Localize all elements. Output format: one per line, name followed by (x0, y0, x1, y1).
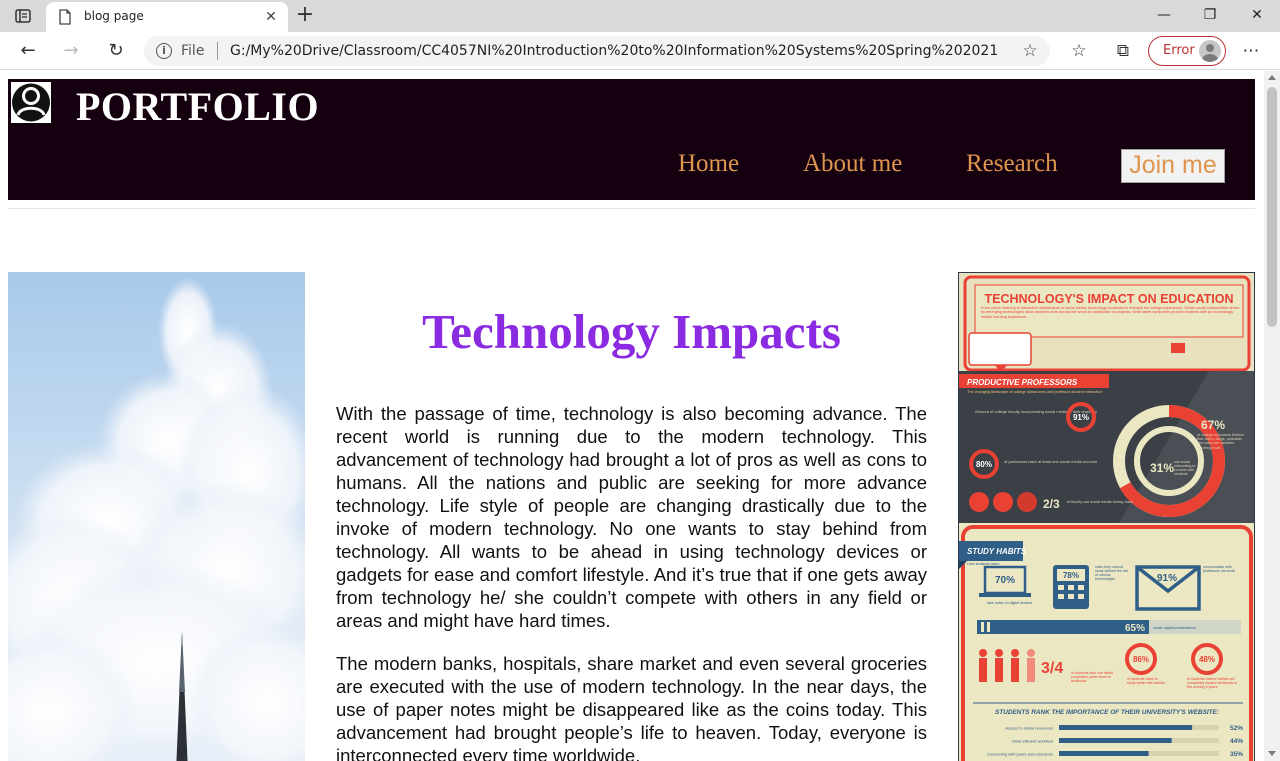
restore-icon[interactable]: ❐ (1187, 0, 1233, 30)
pct-86: 86% (1133, 655, 1149, 664)
fraction-3-4-text: of students who use tablet computers pre… (1071, 671, 1113, 683)
website-heading: STUDENTS RANK THE IMPORTANCE OF THEIR UN… (995, 709, 1219, 716)
pct-91: 91% (1073, 413, 1089, 422)
professors-subheading: The changing landscape of college classr… (967, 390, 1103, 394)
scroll-down-icon[interactable] (1268, 751, 1276, 756)
new-tab-icon[interactable]: + (294, 4, 316, 27)
pct-48: 48% (1199, 655, 1215, 664)
rank-bar-label: More efficient workflow (1012, 739, 1053, 744)
pct-65-text: create digital presentations (1153, 626, 1196, 630)
window-close-icon[interactable]: ✕ (1234, 0, 1280, 30)
page-icon (58, 9, 72, 25)
scroll-thumb[interactable] (1267, 87, 1277, 327)
site-title: PORTFOLIO (76, 84, 320, 129)
address-url[interactable]: G:/My%20Drive/Classroom/CC4057NI%20Intro… (230, 43, 1010, 59)
infographic-intro: From online learning to interactive whit… (981, 306, 1240, 319)
favorites-icon[interactable]: ☆ (1068, 40, 1090, 62)
rank-bar (1059, 725, 1193, 730)
more-menu-icon[interactable]: ⋯ (1240, 40, 1262, 62)
tab-close-icon[interactable]: ✕ (264, 9, 278, 23)
pct-78: 78% (1063, 571, 1079, 580)
info-icon[interactable]: i (156, 43, 172, 59)
pct-31-text: use social networking to connect with st… (1174, 460, 1196, 476)
study-habits-heading: STUDY HABITS (967, 547, 1027, 556)
rank-bar-label: Connecting with peers and educators (987, 752, 1053, 757)
site-header: PORTFOLIO Home About me Research Join me (8, 79, 1255, 200)
infographic-title: TECHNOLOGY'S IMPACT ON EDUCATION (984, 292, 1233, 306)
article-paragraph: The modern banks, hospitals, share marke… (336, 653, 927, 761)
avatar (1199, 40, 1221, 62)
address-bar[interactable]: i File G:/My%20Drive/Classroom/CC4057NI%… (144, 36, 1050, 66)
rank-bar-label: Access to online resources (1005, 726, 1053, 731)
nav-research-link[interactable]: Research (966, 150, 1058, 178)
rank-bar-value: 35% (1230, 751, 1243, 758)
add-favorite-icon[interactable]: ☆ (1020, 41, 1040, 61)
profile-button[interactable]: Error (1148, 36, 1226, 66)
browser-toolbar: ← → ↻ i File G:/My%20Drive/Classroom/CC4… (0, 32, 1280, 70)
scroll-up-icon[interactable] (1268, 75, 1276, 80)
nav-about-link[interactable]: About me (803, 150, 902, 178)
rank-bar (1059, 751, 1149, 756)
pct-91b: 91% (1157, 573, 1177, 584)
website-rank-bars: Access to online resources 52% More effici… (987, 725, 1243, 758)
pct-67: 67% (1201, 418, 1225, 432)
page-scrollbar[interactable] (1264, 71, 1280, 761)
sky-rocket-image (8, 272, 305, 761)
tab-actions-icon[interactable] (14, 7, 32, 25)
divider (8, 208, 1255, 209)
professors-heading: PRODUCTIVE PROFESSORS (967, 378, 1078, 387)
page-viewport: PORTFOLIO Home About me Research Join me (0, 71, 1280, 761)
browser-tab-active[interactable]: blog page ✕ (46, 2, 288, 32)
collections-icon[interactable]: ⧉ (1112, 40, 1134, 62)
article-paragraph: With the passage of time, technology is … (336, 403, 927, 631)
rank-bar (1059, 738, 1172, 743)
tab-title: blog page (84, 9, 144, 23)
article-title: Technology Impacts (422, 304, 841, 359)
fraction-2-3-text: of faculty use social media during class (1067, 500, 1133, 504)
minimize-icon[interactable]: — (1141, 0, 1187, 30)
education-infographic: TECHNOLOGY'S IMPACT ON EDUCATION From on… (958, 272, 1255, 761)
join-me-button[interactable]: Join me (1121, 149, 1225, 183)
study-habits-subheading: How students learn (967, 562, 1000, 566)
pct-48-text: of students believe tablets will complet… (1187, 677, 1238, 689)
pct-31: 31% (1150, 461, 1174, 475)
address-separator (217, 42, 218, 60)
profile-status: Error (1163, 43, 1195, 58)
pct-91b-text: communicate with professors via email (1203, 565, 1235, 573)
pct-80: 80% (976, 460, 992, 469)
fraction-3-4: 3/4 (1041, 660, 1063, 677)
rank-bar-value: 52% (1230, 725, 1243, 732)
address-scheme: File (181, 43, 205, 59)
pct-65: 65% (1125, 623, 1145, 634)
nav-home-link[interactable]: Home (678, 150, 739, 178)
pct-80-text: of professors have at least one social m… (1004, 459, 1098, 464)
fraction-2-3: 2/3 (1043, 497, 1060, 511)
forward-icon[interactable]: → (60, 40, 82, 62)
reload-icon[interactable]: ↻ (105, 40, 127, 62)
back-icon[interactable]: ← (17, 40, 39, 62)
pct-86-text: of students claim to study better with t… (1127, 677, 1165, 685)
pct-78-text: claim they cannot study without the aid … (1095, 565, 1128, 581)
pct-67-text: of college educators believe that video,… (1197, 433, 1245, 450)
pct-70-text: take notes on digital devices (987, 601, 1032, 605)
rank-bar-value: 44% (1230, 738, 1243, 745)
user-profile-logo-icon (11, 82, 51, 123)
browser-tab-strip: blog page ✕ + — ❐ ✕ (0, 0, 1280, 32)
pct-70: 70% (995, 575, 1015, 586)
